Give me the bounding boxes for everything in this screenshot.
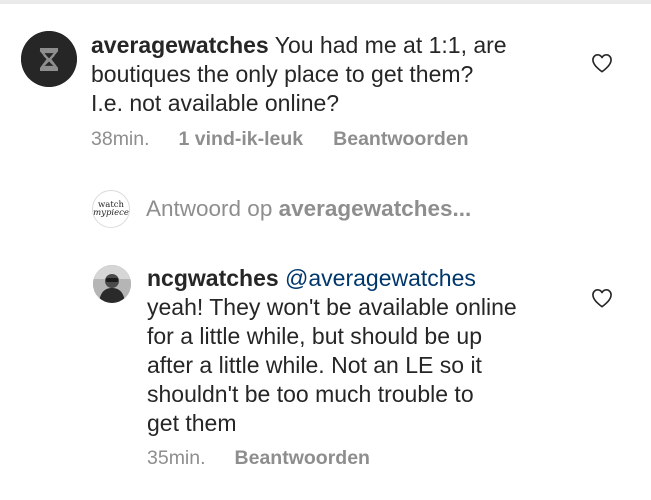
- top-divider: [0, 0, 651, 4]
- comment-text-line: for a little while, but should be up: [147, 323, 482, 349]
- comment-text-line: after a little while. Not an LE so it: [147, 352, 482, 378]
- avatar-averagewatches[interactable]: [21, 31, 77, 87]
- comment-time: 38min.: [91, 128, 150, 150]
- comment-text-line: You had me at 1:1, are: [274, 32, 507, 58]
- comment-username[interactable]: averagewatches: [91, 32, 269, 58]
- heart-outline-icon[interactable]: [591, 288, 613, 308]
- comment-text-line: get them: [147, 410, 237, 436]
- comment-text-line: shouldn't be too much trouble to: [147, 381, 474, 407]
- comment-meta: 35min. Beantwoorden: [147, 447, 370, 470]
- comment-body: ncgwatches @averagewatches yeah! They wo…: [147, 264, 577, 438]
- likes-count[interactable]: 1 vind-ik-leuk: [179, 128, 304, 151]
- avatar-ncgwatches[interactable]: [93, 265, 131, 303]
- reply-ellipsis: ...: [452, 196, 472, 221]
- hourglass-logo-icon: [21, 31, 77, 87]
- mention-link[interactable]: @averagewatches: [285, 265, 476, 291]
- profile-photo-icon: [93, 265, 131, 303]
- comment-text-line: I.e. not available online?: [91, 90, 340, 116]
- comment-time: 35min.: [147, 447, 206, 469]
- reply-prefix: Antwoord op: [146, 196, 273, 221]
- heart-outline-icon[interactable]: [591, 53, 613, 73]
- reply-button[interactable]: Beantwoorden: [333, 128, 468, 151]
- comment-text-line: boutiques the only place to get them?: [91, 61, 474, 87]
- comment-username[interactable]: ncgwatches: [147, 265, 279, 291]
- avatar-watchmypiece[interactable]: watch mypiece: [92, 190, 130, 228]
- view-replies-row[interactable]: watch mypiece Antwoord op averagewatches…: [92, 189, 471, 229]
- watchmypiece-logo: watch mypiece: [93, 200, 129, 218]
- reply-button[interactable]: Beantwoorden: [235, 447, 370, 470]
- comment-body: averagewatches You had me at 1:1, are bo…: [91, 31, 561, 118]
- reply-to-username[interactable]: averagewatches: [279, 196, 453, 222]
- comment-text-line: yeah! They won't be available online: [147, 294, 517, 320]
- comment-meta: 38min. 1 vind-ik-leuk Beantwoorden: [91, 128, 469, 151]
